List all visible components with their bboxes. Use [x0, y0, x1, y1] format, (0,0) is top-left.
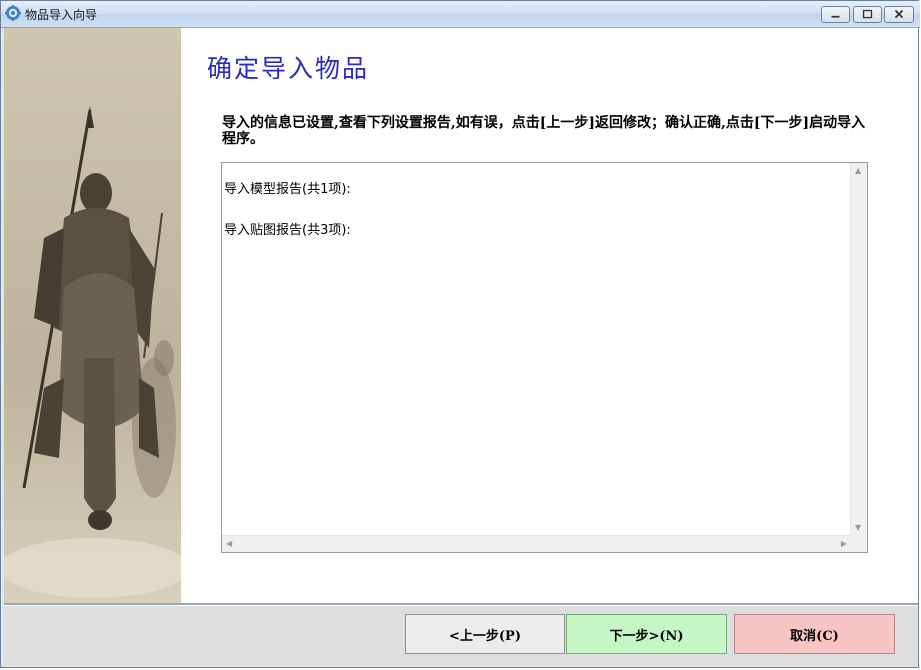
close-button[interactable] — [884, 6, 914, 23]
page-title: 确定导入物品 — [207, 54, 370, 83]
wizard-content: 确定导入物品 导入的信息已设置,查看下列设置报告,如有误，点击[上一步]返回修改… — [4, 28, 918, 603]
knight-illustration — [4, 28, 181, 603]
window-title: 物品导入向导 — [25, 8, 98, 22]
report-line-model: 导入模型报告(共1项): — [224, 182, 351, 197]
vertical-scrollbar[interactable]: ▲ ▼ — [850, 163, 867, 536]
scroll-left-icon[interactable]: ◀ — [226, 540, 232, 548]
maximize-button[interactable] — [853, 6, 882, 23]
scroll-corner — [851, 536, 867, 552]
scroll-right-icon[interactable]: ▶ — [841, 540, 847, 548]
scroll-up-icon[interactable]: ▲ — [855, 167, 861, 175]
title-bar[interactable]: 物品导入向导 — [1, 1, 920, 28]
close-icon — [894, 9, 904, 19]
cancel-button[interactable]: 取消(C) — [734, 614, 895, 654]
button-bar: <上一步(P) 下一步>(N) 取消(C) — [4, 606, 918, 666]
minimize-button[interactable] — [821, 6, 850, 23]
minimize-icon — [831, 15, 840, 18]
report-content: 导入模型报告(共1项): 导入贴图报告(共3项): — [224, 163, 851, 536]
scroll-down-icon[interactable]: ▼ — [855, 524, 861, 532]
knight-side-image — [4, 28, 181, 603]
wizard-window: 物品导入向导 确定导入物品 导入的信息已设置,查看下列设置报告,如有误，点击[上… — [0, 0, 920, 668]
next-step-button[interactable]: 下一步>(N) — [566, 614, 727, 654]
settings-report-textbox[interactable]: 导入模型报告(共1项): 导入贴图报告(共3项): ▲ ▼ ◀ ▶ — [221, 162, 868, 553]
maximize-icon — [862, 9, 873, 19]
instruction-text: 导入的信息已设置,查看下列设置报告,如有误，点击[上一步]返回修改；确认正确,点… — [222, 115, 866, 147]
report-line-texture: 导入贴图报告(共3项): — [224, 223, 351, 238]
app-gear-icon — [5, 5, 21, 21]
previous-step-button[interactable]: <上一步(P) — [405, 614, 565, 654]
horizontal-scrollbar[interactable]: ◀ ▶ — [222, 535, 851, 552]
